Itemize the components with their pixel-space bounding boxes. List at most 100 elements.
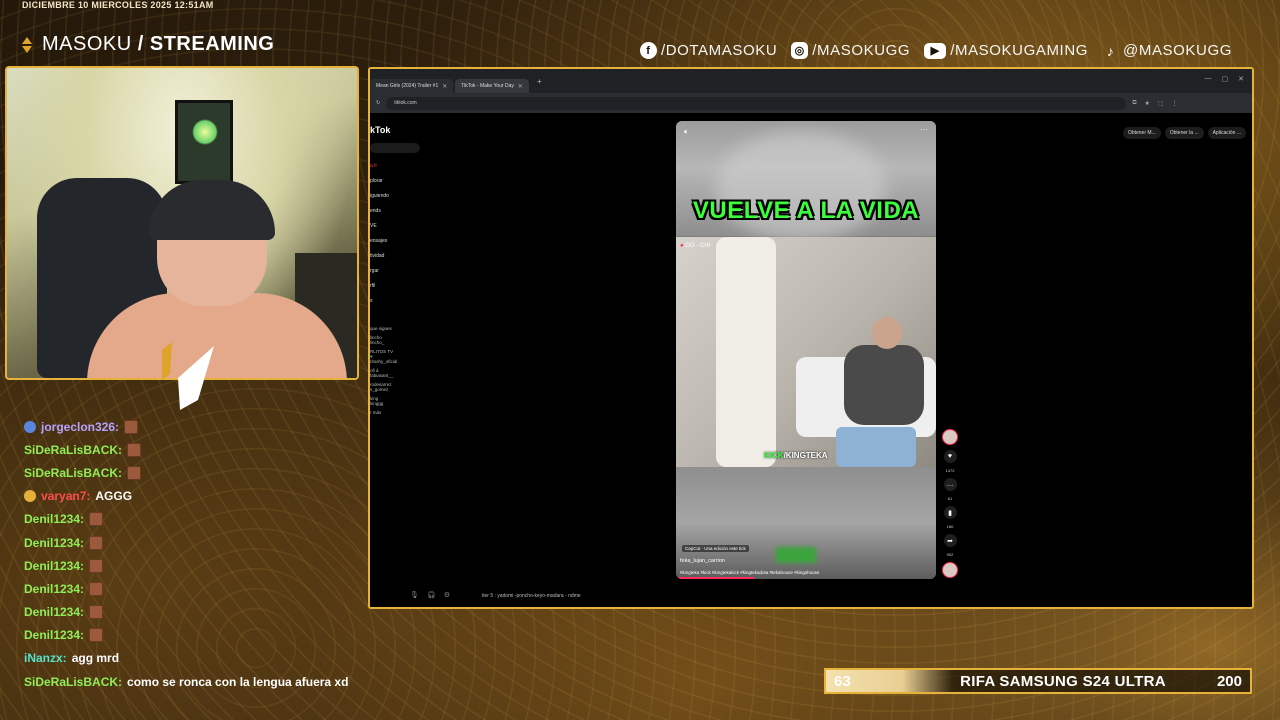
patient-jeans bbox=[836, 427, 916, 467]
mic-icon[interactable]: 🎙︎ bbox=[410, 591, 419, 599]
chat-username[interactable]: jorgeclon326: bbox=[41, 420, 119, 434]
extensions-icon[interactable]: ⬚ bbox=[1158, 100, 1164, 107]
chat-emote-icon bbox=[89, 535, 104, 550]
tiktok-nav-item[interactable]: plorar bbox=[370, 178, 389, 184]
raffle-title: RIFA SAMSUNG S24 ULTRA bbox=[960, 672, 1166, 690]
chat-username[interactable]: Denil1234: bbox=[24, 628, 84, 642]
top-action-button[interactable]: Obtener la ... bbox=[1164, 127, 1204, 139]
following-account[interactable]: lincho lincho_ bbox=[370, 335, 397, 345]
video-scene: ● GO - CHI KICK/KINGTEKA bbox=[676, 237, 936, 467]
video-player[interactable]: VUELVE A LA VIDA ● GO - CHI KICK/KINGTEK… bbox=[676, 121, 936, 579]
close-window-icon[interactable]: ✕ bbox=[1238, 75, 1244, 83]
star-icon[interactable]: ★ bbox=[1145, 100, 1150, 107]
chat-username[interactable]: SiDeRaLisBACK: bbox=[24, 675, 122, 689]
tiktok-nav-item[interactable]: s bbox=[370, 298, 389, 304]
browser-tab-active[interactable]: TikTok - Make Your Day ✕ bbox=[455, 79, 529, 93]
chat-emote-icon bbox=[127, 442, 142, 457]
brand-name: MASOKU bbox=[42, 33, 132, 55]
video-actions: ♥ 1472 … 61 ▮ 180 ➦ 902 bbox=[942, 429, 958, 578]
tiktok-nav-item[interactable]: tividad bbox=[370, 253, 389, 259]
chat-message: iNanzx: agg mrd bbox=[24, 647, 364, 670]
chat-username[interactable]: iNanzx: bbox=[24, 651, 67, 665]
search-input[interactable] bbox=[370, 143, 420, 153]
video-hashtags[interactable]: #kingteka #kick #kingtekakick #kingtekad… bbox=[680, 570, 819, 575]
chat-username[interactable]: Denil1234: bbox=[24, 582, 84, 596]
chat-username[interactable]: Denil1234: bbox=[24, 536, 84, 550]
chat-message: jorgeclon326: bbox=[24, 415, 364, 438]
creator-avatar[interactable] bbox=[942, 429, 958, 445]
tiktok-icon: ♪ bbox=[1106, 42, 1115, 59]
maximize-icon[interactable]: ▢ bbox=[1222, 75, 1229, 83]
following-account[interactable]: rodesarrez s_gomez bbox=[370, 382, 397, 392]
chat-emote-icon bbox=[89, 605, 104, 620]
tiktok-nav-item[interactable]: a ti bbox=[370, 163, 389, 169]
chat-feed: jorgeclon326: SiDeRaLisBACK: SiDeRaLisBACK… bbox=[24, 415, 364, 693]
toolbar-icons: ⧉ ★ ⬚ ⋮ bbox=[1132, 100, 1177, 107]
chat-message: Denil1234: bbox=[24, 531, 364, 554]
following-account[interactable]: king kinggg bbox=[370, 396, 397, 406]
chat-emote-icon bbox=[89, 512, 104, 527]
bottom-icons: 🎙︎ 🎧︎ ⚙ bbox=[410, 591, 450, 599]
following-account[interactable]: RLITOS TV ♥ ritoshy_oficial bbox=[370, 349, 397, 364]
tiktok-nav-item[interactable]: ends bbox=[370, 208, 389, 214]
tiktok-logo[interactable]: kTok bbox=[370, 125, 390, 135]
user-badge-icon bbox=[24, 490, 36, 503]
reload-icon[interactable]: ↻ bbox=[376, 100, 380, 106]
chat-username[interactable]: SiDeRaLisBACK: bbox=[24, 443, 122, 457]
channel-logo-icon bbox=[162, 342, 214, 410]
headset-icon[interactable]: 🎧︎ bbox=[427, 591, 436, 599]
tiktok-nav-item[interactable]: rgar bbox=[370, 268, 389, 274]
chat-username[interactable]: Denil1234: bbox=[24, 559, 84, 573]
action-count: 61 bbox=[947, 496, 953, 501]
browser-tab[interactable]: Mean Girls (2024) Trailer #1 ✕ bbox=[370, 79, 454, 93]
volume-icon[interactable]: 🔈︎ bbox=[684, 127, 689, 137]
capcut-label[interactable]: CapCut · Una edición este tick bbox=[682, 545, 749, 552]
chat-username[interactable]: SiDeRaLisBACK: bbox=[24, 466, 122, 480]
social-instagram: ◎ /MASOKUGG bbox=[791, 42, 910, 59]
video-author[interactable]: feka_lujan_carrion bbox=[680, 558, 725, 564]
tiktok-nav-item[interactable]: ensajes bbox=[370, 238, 389, 244]
chat-message: varyan7: AGGG bbox=[24, 485, 364, 508]
chat-emote-icon bbox=[89, 581, 104, 596]
settings-icon[interactable]: ⚙ bbox=[444, 591, 450, 599]
sound-avatar[interactable] bbox=[942, 562, 958, 578]
tiktok-nav-item[interactable]: VE bbox=[370, 223, 389, 229]
social-label: @MASOKUGG bbox=[1123, 42, 1232, 59]
doctor-figure bbox=[716, 237, 776, 467]
wall-poster bbox=[175, 100, 233, 184]
top-action-button[interactable]: Obtener M... bbox=[1122, 127, 1161, 139]
chat-message: SiDeRaLisBACK: bbox=[24, 438, 364, 461]
chat-emote-icon bbox=[89, 628, 104, 643]
social-facebook: f /DOTAMASOKU bbox=[639, 42, 777, 59]
new-tab-icon[interactable]: + bbox=[531, 77, 548, 86]
heart-icon[interactable]: ♥ bbox=[943, 450, 957, 463]
translate-icon[interactable]: ⧉ bbox=[1132, 100, 1136, 107]
top-action-button[interactable]: Aplicación ... bbox=[1207, 127, 1246, 139]
kick-prefix: KICK bbox=[764, 451, 784, 460]
menu-icon[interactable]: ⋮ bbox=[1172, 100, 1178, 107]
close-icon[interactable]: ✕ bbox=[518, 83, 523, 90]
address-bar[interactable]: tiktok.com bbox=[386, 96, 1127, 110]
raffle-bar: 63 RIFA SAMSUNG S24 ULTRA 200 bbox=[824, 668, 1252, 694]
video-progress[interactable] bbox=[676, 577, 754, 579]
more-options-icon[interactable]: ··· bbox=[920, 125, 928, 134]
close-icon[interactable]: ✕ bbox=[442, 83, 447, 90]
tiktok-nav-item[interactable]: rfil bbox=[370, 283, 389, 289]
address-bar-row: ↻ tiktok.com ⧉ ★ ⬚ ⋮ bbox=[370, 93, 1252, 113]
chat-text: como se ronca con la lengua afuera xd bbox=[127, 674, 349, 689]
chat-username[interactable]: Denil1234: bbox=[24, 605, 84, 619]
chat-username[interactable]: Denil1234: bbox=[24, 512, 84, 526]
tab-label: TikTok - Make Your Day bbox=[461, 83, 514, 89]
minimize-icon[interactable]: — bbox=[1205, 75, 1212, 83]
following-account[interactable]: ofi á fabiasant__ bbox=[370, 368, 397, 378]
location-pin-icon: ● bbox=[680, 243, 684, 249]
see-more-link[interactable]: r más bbox=[370, 410, 397, 415]
action-count: 902 bbox=[946, 552, 954, 557]
kick-watermark: KICK/KINGTEKA bbox=[764, 451, 828, 460]
comment-icon[interactable]: … bbox=[943, 478, 957, 491]
tiktok-nav-item[interactable]: iguiendo bbox=[370, 193, 389, 199]
share-icon[interactable]: ➦ bbox=[943, 534, 957, 547]
bookmark-icon[interactable]: ▮ bbox=[943, 506, 957, 519]
bottom-ticker: tier 5 : yadomi -poncho-keyo-madara - nd… bbox=[482, 593, 581, 599]
chat-username[interactable]: varyan7: bbox=[41, 489, 90, 503]
